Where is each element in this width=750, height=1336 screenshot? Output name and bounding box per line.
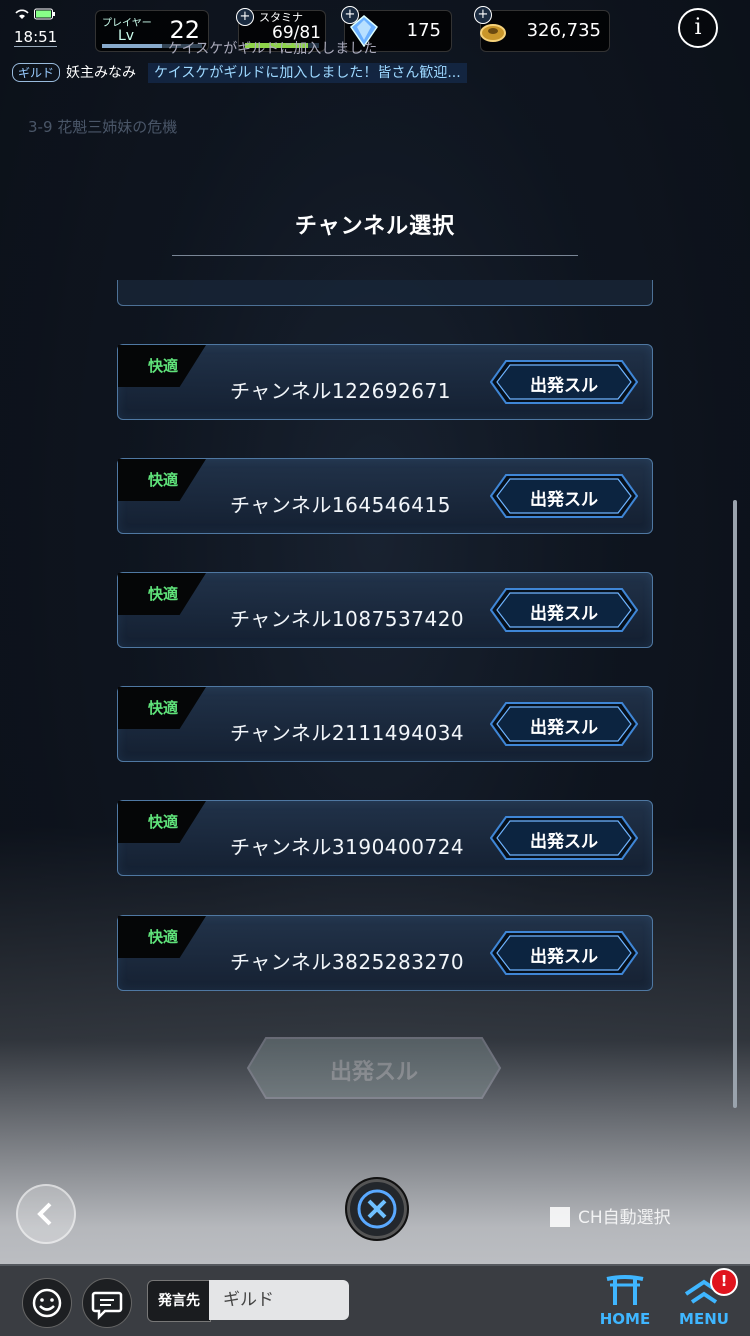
guild-chat-line[interactable]: ギルド 妖主みなみ ケイスケがギルドに加入しました！皆さん歓迎...: [12, 62, 467, 83]
add-stamina-plus-icon[interactable]: +: [236, 8, 254, 26]
lv-label: Lv: [118, 28, 135, 44]
depart-button[interactable]: 出発スル: [490, 474, 638, 518]
channel-card[interactable]: 快適チャンネル2111494034 出発スル: [117, 686, 653, 762]
status-label: 快適: [148, 357, 179, 375]
player-label: プレイヤー: [102, 18, 152, 29]
torii-gate-icon: [605, 1274, 645, 1310]
channel-card[interactable]: 快適チャンネル1087537420 出発スル: [117, 572, 653, 648]
clock: 18:51: [14, 28, 58, 47]
auto-select-checkbox[interactable]: CH自動選択: [550, 1203, 671, 1228]
back-arrow-icon[interactable]: [16, 1184, 76, 1244]
home-label: HOME: [599, 1310, 651, 1328]
depart-button[interactable]: 出発スル: [490, 702, 638, 746]
checkbox-icon: [550, 1207, 570, 1227]
guild-member-name: 妖主みなみ: [66, 65, 137, 81]
guild-tag: ギルド: [12, 63, 61, 82]
chat-target-select[interactable]: ギルド: [209, 1280, 349, 1320]
ghost-depart-button: 出発スル: [246, 1036, 502, 1100]
top-bar: 18:51 プレイヤー Lv 22 スタミナ 69/81 + 175 + 326…: [0, 0, 750, 90]
guild-message: ケイスケがギルドに加入しました！皆さん歓迎...: [148, 63, 467, 83]
gold-count: 326,735: [526, 20, 601, 41]
channel-card[interactable]: 快適チャンネル122692671 出発スル: [117, 344, 653, 420]
channel-name: チャンネル164546415: [230, 493, 451, 517]
system-status: 18:51: [14, 8, 58, 47]
channel-card-partial: [117, 280, 653, 306]
chat-bubble-icon[interactable]: [82, 1278, 132, 1328]
add-gems-plus-icon[interactable]: +: [341, 6, 359, 24]
chat-target-label: 発言先: [147, 1280, 211, 1322]
menu-notification-badge: !: [710, 1268, 738, 1296]
depart-label: 出発スル: [530, 947, 598, 967]
depart-button[interactable]: 出発スル: [490, 588, 638, 632]
status-badge: 快適: [118, 345, 206, 387]
channel-name: チャンネル1087537420: [230, 607, 465, 631]
status-label: 快適: [148, 585, 179, 603]
channel-card[interactable]: 快適チャンネル3190400724 出発スル: [117, 800, 653, 876]
close-icon[interactable]: [345, 1177, 409, 1241]
menu-label: MENU: [679, 1310, 729, 1328]
battery-icon: [34, 8, 56, 24]
status-badge: 快適: [118, 459, 206, 501]
add-gold-plus-icon[interactable]: +: [474, 6, 492, 24]
background-stage-title: 3-9 花魁三姉妹の危機: [28, 118, 178, 136]
depart-button[interactable]: 出発スル: [490, 931, 638, 975]
ghost-depart-label: 出発スル: [329, 1060, 418, 1085]
channel-card[interactable]: 快適チャンネル3825283270 出発スル: [117, 915, 653, 991]
guild-ticker: ケイスケがギルドに加入しました: [168, 41, 378, 57]
auto-select-label: CH自動選択: [578, 1208, 671, 1228]
channel-name: チャンネル3825283270: [230, 950, 465, 974]
status-label: 快適: [148, 471, 179, 489]
status-badge: 快適: [118, 916, 206, 958]
channel-name: チャンネル2111494034: [230, 721, 465, 745]
modal-title: チャンネル選択: [294, 214, 456, 239]
status-badge: 快適: [118, 687, 206, 729]
emoji-icon[interactable]: [22, 1278, 72, 1328]
depart-button[interactable]: 出発スル: [490, 360, 638, 404]
depart-label: 出発スル: [530, 604, 598, 624]
status-label: 快適: [148, 813, 179, 831]
depart-label: 出発スル: [530, 376, 598, 396]
depart-button[interactable]: 出発スル: [490, 816, 638, 860]
channel-card[interactable]: 快適チャンネル164546415 出発スル: [117, 458, 653, 534]
status-label: 快適: [148, 699, 179, 717]
depart-label: 出発スル: [530, 718, 598, 738]
status-badge: 快適: [118, 801, 206, 843]
bottom-bar: 発言先 ギルド HOME MENU: [0, 1264, 750, 1336]
title-divider: [172, 255, 578, 256]
channel-name: チャンネル3190400724: [230, 835, 465, 859]
gem-count: 175: [406, 20, 441, 41]
info-icon[interactable]: i: [678, 8, 718, 48]
wifi-icon: [14, 9, 34, 24]
modal-backdrop: [0, 0, 750, 1334]
status-badge: 快適: [118, 573, 206, 615]
home-button[interactable]: HOME: [595, 1272, 655, 1330]
depart-label: 出発スル: [530, 490, 598, 510]
depart-label: 出発スル: [530, 832, 598, 852]
status-label: 快適: [148, 928, 179, 946]
channel-name: チャンネル122692671: [230, 379, 451, 403]
channel-list-scrollbar[interactable]: [733, 500, 737, 1108]
gold-panel[interactable]: 326,735: [480, 10, 610, 52]
